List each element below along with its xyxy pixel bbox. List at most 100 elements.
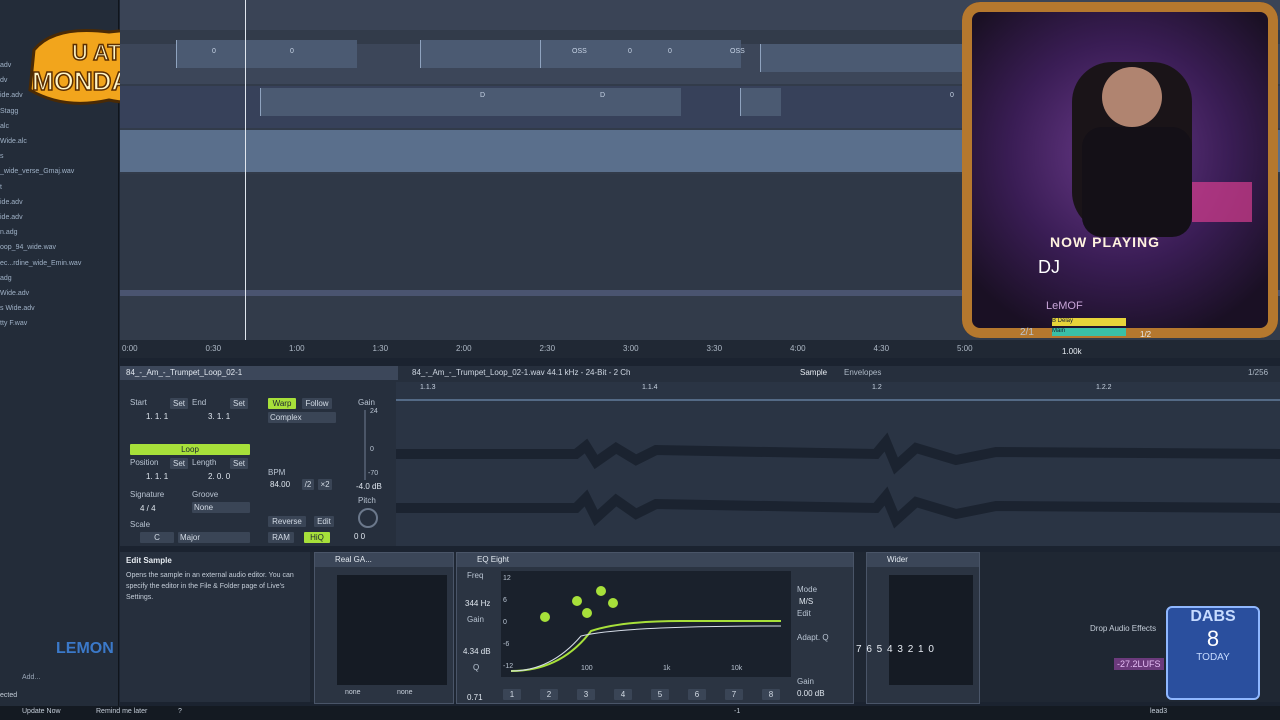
track-main[interactable]: Main xyxy=(1052,328,1126,336)
end-set-button[interactable]: Set xyxy=(230,398,248,409)
browser-file-item[interactable]: ide.adv xyxy=(0,214,23,221)
browser-file-item[interactable]: tty F.wav xyxy=(0,320,27,327)
drop-audio-effects[interactable]: Drop Audio Effects xyxy=(1090,624,1156,633)
tab-sample[interactable]: Sample xyxy=(800,368,827,377)
device-wider[interactable]: Wider xyxy=(866,552,980,704)
eq-band-button[interactable]: 6 xyxy=(688,689,706,700)
playhead[interactable] xyxy=(245,0,246,352)
pitch-values[interactable]: 0 0 xyxy=(354,532,365,541)
pitch-knob[interactable] xyxy=(358,508,378,528)
eq-band-button[interactable]: 7 xyxy=(725,689,743,700)
browser-file-item[interactable]: s xyxy=(0,153,4,160)
browser-file-item[interactable]: oop_94_wide.wav xyxy=(0,244,56,251)
mode-value[interactable]: M/S xyxy=(799,597,813,606)
device-title[interactable]: Real GA... xyxy=(315,553,453,567)
browser-file-item[interactable]: adv xyxy=(0,62,11,69)
eq-band-button[interactable]: 1 xyxy=(503,689,521,700)
waveform-editor[interactable]: 1.1.3 1.1.4 1.2 1.2.2 xyxy=(396,382,1280,546)
scale-mode-select[interactable]: Major xyxy=(178,532,250,543)
device-title[interactable]: EQ Eight xyxy=(457,553,853,567)
clip-title[interactable]: 84_-_Am_-_Trumpet_Loop_02-1 xyxy=(120,366,398,380)
eq-freq-label: 1k xyxy=(663,665,671,672)
mixer-fraction[interactable]: 1/2 xyxy=(1140,330,1151,339)
none-select[interactable]: none xyxy=(397,689,413,696)
arrangement-clip[interactable] xyxy=(740,88,781,116)
browser-file-item[interactable]: s Wide.adv xyxy=(0,305,35,312)
eq-band-button[interactable]: 5 xyxy=(651,689,669,700)
device-title[interactable]: Wider xyxy=(867,553,979,567)
eq-band-button[interactable]: 3 xyxy=(577,689,595,700)
browser-file-item[interactable]: alc xyxy=(0,123,9,130)
gain-top: 24 xyxy=(370,408,378,415)
browser-file-item[interactable]: ec...rdine_wide_Emin.wav xyxy=(0,260,81,267)
track-b-delay[interactable]: B Delay xyxy=(1052,318,1126,326)
arrangement-clip[interactable] xyxy=(260,88,681,116)
freq-label: Freq xyxy=(467,571,484,580)
warp-button[interactable]: Warp xyxy=(268,398,296,409)
mixer-volume[interactable]: 1.00k xyxy=(1062,347,1082,356)
browser-file-item[interactable]: Wide.adv xyxy=(0,290,29,297)
eq-band-button[interactable]: 2 xyxy=(540,689,558,700)
tab-envelopes[interactable]: Envelopes xyxy=(844,368,881,377)
ruler-tick-label: 1:30 xyxy=(372,344,389,353)
length-set-button[interactable]: Set xyxy=(230,458,248,469)
q-value[interactable]: 0.71 xyxy=(467,693,483,702)
ram-button[interactable]: RAM xyxy=(268,532,294,543)
position-value[interactable]: 1. 1. 1 xyxy=(146,472,168,481)
half-tempo-button[interactable]: /2 xyxy=(302,479,314,490)
update-now-button[interactable]: Update Now xyxy=(22,708,61,715)
browser-file-item[interactable]: ide.adv xyxy=(0,199,23,206)
remind-later-button[interactable]: Remind me later xyxy=(96,708,147,715)
edit-label: Edit xyxy=(797,609,811,618)
track-lead3[interactable]: lead3 xyxy=(1150,708,1167,715)
position-set-button[interactable]: Set xyxy=(170,458,188,469)
device-real-ga[interactable]: Real GA... none none xyxy=(314,552,454,704)
eq-output-gain[interactable]: 0.00 dB xyxy=(797,689,825,698)
adapt-q-button[interactable]: Adapt. Q xyxy=(797,633,829,642)
eq-freq-label: 100 xyxy=(581,665,593,672)
browser-file-item[interactable]: _wide_verse_Gmaj.wav xyxy=(0,168,74,175)
clip-label: 0 xyxy=(950,92,954,99)
start-label: Start xyxy=(130,398,147,407)
browser-file-item[interactable]: ide.adv xyxy=(0,92,23,99)
gain-value[interactable]: -4.0 dB xyxy=(356,482,382,491)
meter-numbers: 7 6 5 4 3 2 1 0 xyxy=(856,644,935,655)
scale-root-select[interactable]: C xyxy=(140,532,174,543)
hiq-button[interactable]: HiQ xyxy=(304,532,330,543)
gain-slider[interactable] xyxy=(364,410,366,480)
arrangement-clip[interactable] xyxy=(420,40,541,68)
eq-band-button[interactable]: 4 xyxy=(614,689,632,700)
browser-file-item[interactable]: adg xyxy=(0,275,12,282)
reverse-button[interactable]: Reverse xyxy=(268,516,306,527)
follow-button[interactable]: Follow xyxy=(302,398,332,409)
help-button[interactable]: ? xyxy=(178,708,182,715)
clip-label: OSS xyxy=(730,48,745,55)
eq-display[interactable] xyxy=(501,571,791,677)
double-tempo-button[interactable]: ×2 xyxy=(318,479,332,490)
eq-band-button[interactable]: 8 xyxy=(762,689,780,700)
arrangement-clip[interactable] xyxy=(176,40,357,68)
freq-value[interactable]: 344 Hz xyxy=(465,599,490,608)
signature-value[interactable]: 4 / 4 xyxy=(140,504,156,513)
warp-mode-select[interactable]: Complex xyxy=(268,412,336,423)
arrangement-clip[interactable] xyxy=(540,40,741,68)
browser-file-item[interactable]: t xyxy=(0,184,2,191)
browser-file-item[interactable]: n.adg xyxy=(0,229,18,236)
end-value[interactable]: 3. 1. 1 xyxy=(208,412,230,421)
length-value[interactable]: 2. 0. 0 xyxy=(208,472,230,481)
eq-gain-value[interactable]: 4.34 dB xyxy=(463,647,491,656)
loop-button[interactable]: Loop xyxy=(130,444,250,455)
none-select[interactable]: none xyxy=(345,689,361,696)
device-eq-eight[interactable]: EQ Eight Freq 344 Hz Gain 4.34 dB Q 0.71… xyxy=(456,552,854,704)
start-value[interactable]: 1. 1. 1 xyxy=(146,412,168,421)
add-button[interactable]: Add... xyxy=(22,674,40,681)
start-set-button[interactable]: Set xyxy=(170,398,188,409)
browser-file-item[interactable]: Stagg xyxy=(0,108,18,115)
ruler-tick-label: 3:00 xyxy=(623,344,639,353)
browser-file-item[interactable]: Wide.alc xyxy=(0,138,27,145)
groove-select[interactable]: None xyxy=(192,502,250,513)
bpm-value[interactable]: 84.00 xyxy=(270,480,290,489)
browser-file-item[interactable]: dv xyxy=(0,77,7,84)
position-label: Position xyxy=(130,458,159,467)
edit-button[interactable]: Edit xyxy=(314,516,334,527)
